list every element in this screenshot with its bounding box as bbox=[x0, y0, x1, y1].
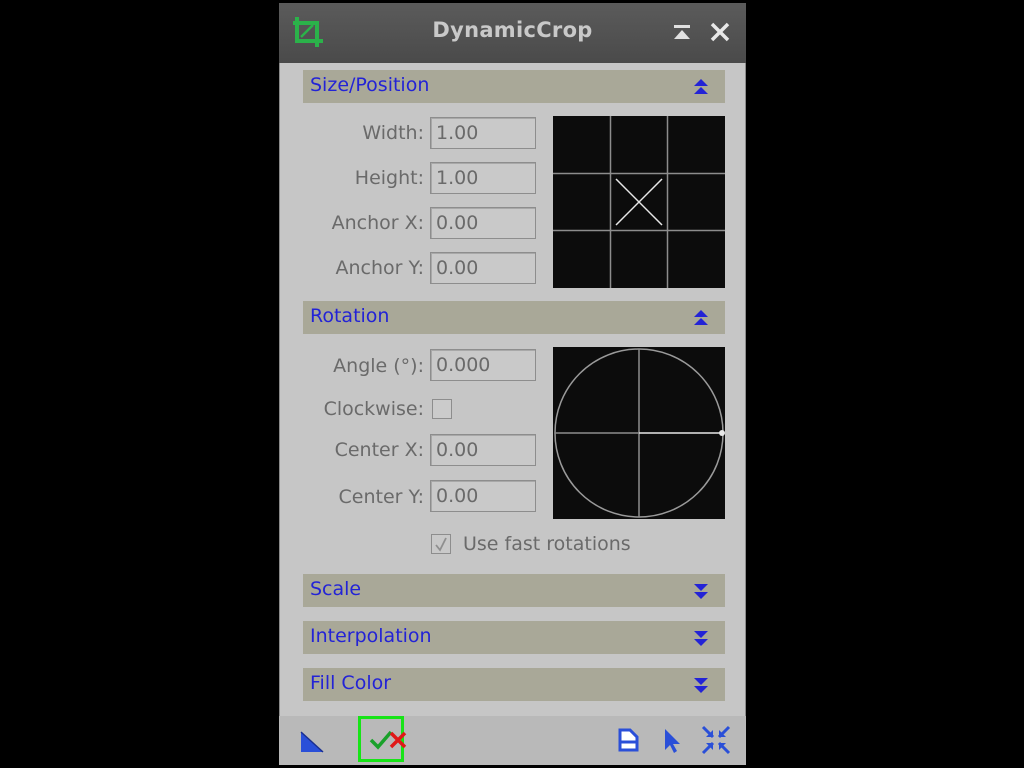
anchor-x-input[interactable] bbox=[430, 207, 536, 239]
crop-preview[interactable] bbox=[553, 116, 725, 288]
fast-rotations-checkbox[interactable] bbox=[431, 534, 451, 554]
collapse-icon bbox=[691, 77, 711, 97]
anchor-y-input[interactable] bbox=[430, 252, 536, 284]
collapse-icon bbox=[691, 308, 711, 328]
width-label: Width: bbox=[362, 122, 424, 144]
angle-label: Angle (°): bbox=[333, 355, 424, 377]
height-input[interactable] bbox=[430, 162, 536, 194]
section-title: Interpolation bbox=[310, 625, 432, 647]
center-y-input[interactable] bbox=[430, 480, 536, 512]
close-icon[interactable] bbox=[707, 19, 733, 45]
shade-icon[interactable] bbox=[669, 19, 695, 45]
anchor-y-label: Anchor Y: bbox=[335, 257, 425, 279]
expand-icon bbox=[691, 628, 711, 648]
section-fill-color-header[interactable]: Fill Color bbox=[303, 668, 725, 701]
dynamic-crop-window: DynamicCrop Size/Position Width: Height:… bbox=[279, 3, 746, 765]
cursor-icon[interactable] bbox=[654, 722, 690, 758]
section-rotation-header[interactable]: Rotation bbox=[303, 301, 725, 334]
section-title: Rotation bbox=[310, 305, 390, 327]
angle-input[interactable] bbox=[430, 349, 536, 381]
preview-toggle-icon[interactable] bbox=[698, 722, 734, 758]
section-title: Scale bbox=[310, 578, 362, 600]
expand-icon bbox=[691, 675, 711, 695]
section-interpolation-header[interactable]: Interpolation bbox=[303, 621, 725, 654]
center-y-label: Center Y: bbox=[338, 486, 424, 508]
clockwise-checkbox[interactable] bbox=[432, 399, 452, 419]
anchor-x-label: Anchor X: bbox=[331, 212, 424, 234]
cancel-icon[interactable] bbox=[380, 722, 416, 758]
section-title: Size/Position bbox=[310, 74, 430, 96]
height-label: Height: bbox=[354, 167, 424, 189]
bottom-toolbar bbox=[279, 716, 746, 765]
new-instance-icon[interactable] bbox=[295, 722, 331, 758]
clockwise-label: Clockwise: bbox=[323, 398, 424, 420]
section-scale-header[interactable]: Scale bbox=[303, 574, 725, 607]
center-x-input[interactable] bbox=[430, 434, 536, 466]
width-input[interactable] bbox=[430, 117, 536, 149]
fast-rotations-label: Use fast rotations bbox=[463, 533, 631, 555]
section-title: Fill Color bbox=[310, 672, 392, 694]
center-x-label: Center X: bbox=[334, 439, 424, 461]
section-size-position-header[interactable]: Size/Position bbox=[303, 70, 725, 103]
expand-icon bbox=[691, 581, 711, 601]
title-bar[interactable]: DynamicCrop bbox=[279, 3, 746, 63]
rotation-preview[interactable] bbox=[553, 347, 725, 519]
reset-icon[interactable] bbox=[610, 722, 646, 758]
